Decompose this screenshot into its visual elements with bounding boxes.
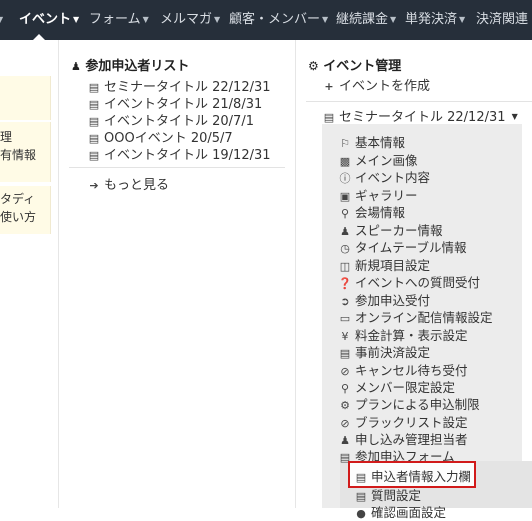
submenu-label: 基本情報 bbox=[355, 135, 406, 150]
selected-event-label: セミナータイトル 22/12/31 bbox=[339, 110, 506, 125]
submenu-item-event-content[interactable]: ⓘ イベント内容 bbox=[338, 167, 431, 186]
top-navigation-bar: ▼ イベント ▼ フォーム ▼ メルマガ ▼ 顧客・メンバー ▼ 継続課金 ▼ 単発決済 ▼… bbox=[0, 0, 532, 40]
nav-item-label: 継続課金 bbox=[336, 12, 389, 27]
submenu-label: メイン画像 bbox=[355, 153, 418, 168]
submenu-label: スピーカー情報 bbox=[355, 223, 443, 238]
participant-list-title: ♟ 参加申込者リスト bbox=[71, 55, 189, 74]
create-event-link[interactable]: + イベントを作成 bbox=[322, 75, 430, 94]
section-title-text: 参加申込者リスト bbox=[85, 59, 190, 74]
nav-item-label: 決済関連 bbox=[476, 12, 529, 27]
left-cut-text[interactable]: タディ bbox=[0, 190, 35, 208]
submenu-label: 質問設定 bbox=[371, 488, 422, 503]
gear-icon: ⚙ bbox=[340, 399, 350, 412]
credit-card-icon: ▤ bbox=[339, 347, 351, 360]
chevron-down-icon: ▼ bbox=[459, 15, 466, 24]
submenu-label: 参加申込受付 bbox=[355, 293, 431, 308]
left-cut-text[interactable]: 理 bbox=[0, 128, 12, 146]
left-column: 理 有情報 タディ 使い方 bbox=[0, 40, 59, 508]
nav-item-label: 顧客・メンバー bbox=[229, 12, 321, 27]
more-link[interactable]: ➔ もっと見る bbox=[87, 174, 169, 193]
submenu-label: プランによる申込制限 bbox=[355, 397, 480, 412]
nav-item-subscription[interactable]: 継続課金 ▼ bbox=[336, 0, 396, 40]
submenu-label: タイムテーブル情報 bbox=[355, 240, 467, 255]
submenu-label: イベント内容 bbox=[355, 170, 431, 185]
nav-caret-cut[interactable]: ▼ bbox=[0, 0, 3, 40]
event-management-title: ⚙ イベント管理 bbox=[308, 55, 401, 74]
form-submenu-applicant-info[interactable]: ▤ 申込者情報入力欄 bbox=[354, 466, 471, 485]
submenu-label: 会場情報 bbox=[355, 205, 406, 220]
submenu-item-timetable[interactable]: ◷ タイムテーブル情報 bbox=[338, 237, 467, 256]
submenu-label: ギャラリー bbox=[355, 188, 418, 203]
gear-icon: ⚙ bbox=[308, 59, 319, 73]
flag-icon: ⚐ bbox=[340, 137, 350, 150]
notice-box bbox=[0, 76, 51, 120]
left-cut-text[interactable]: 使い方 bbox=[0, 208, 36, 226]
list-item-label: イベントタイトル 19/12/31 bbox=[104, 148, 271, 163]
chevron-down-icon: ▼ bbox=[214, 15, 221, 24]
map-marker-icon: ⚲ bbox=[340, 207, 350, 220]
participant-list-item[interactable]: ▤ イベントタイトル 19/12/31 bbox=[87, 144, 271, 163]
question-icon: ❓ bbox=[338, 277, 352, 290]
notice-box: 理 有情報 bbox=[0, 122, 51, 182]
nav-item-payment-related[interactable]: 決済関連 bbox=[476, 0, 528, 40]
plus-icon: + bbox=[324, 80, 334, 93]
participant-list-column: ♟ 参加申込者リスト ▤ セミナータイトル 22/12/31 ▤ イベントタイトル … bbox=[59, 40, 296, 508]
divider bbox=[69, 167, 285, 168]
submenu-label: イベントへの質問受付 bbox=[355, 275, 481, 290]
submenu-label: 申込者情報入力欄 bbox=[371, 469, 472, 484]
arrow-right-icon: ➔ bbox=[89, 179, 99, 192]
notice-box: タディ 使い方 bbox=[0, 186, 51, 234]
nav-item-single-payment[interactable]: 単発決済 ▼ bbox=[405, 0, 465, 40]
nav-item-customers[interactable]: 顧客・メンバー ▼ bbox=[229, 0, 328, 40]
divider bbox=[306, 101, 532, 102]
submenu-item-venue[interactable]: ⚲ 会場情報 bbox=[338, 202, 405, 221]
left-cut-text[interactable]: 有情報 bbox=[0, 146, 36, 164]
submenu-label: 事前決済設定 bbox=[355, 345, 431, 360]
chevron-down-icon: ▼ bbox=[322, 15, 329, 24]
submenu-label: メンバー限定設定 bbox=[355, 380, 456, 395]
create-event-label: イベントを作成 bbox=[339, 79, 431, 94]
form-submenu-confirmation[interactable]: ● 確認画面設定 bbox=[354, 502, 446, 521]
user-icon: ♟ bbox=[71, 60, 81, 73]
submenu-label: ブラックリスト設定 bbox=[355, 415, 468, 430]
nav-item-mailmagazine[interactable]: メルマガ ▼ bbox=[160, 0, 220, 40]
chevron-down-icon: ▼ bbox=[142, 15, 149, 24]
nav-item-label: イベント bbox=[19, 12, 72, 27]
nav-item-form[interactable]: フォーム ▼ bbox=[89, 0, 149, 40]
form-icon: ▤ bbox=[355, 471, 367, 484]
nav-item-label: メルマガ bbox=[160, 12, 213, 27]
monitor-icon: ▭ bbox=[339, 312, 351, 325]
submenu-item-online-delivery[interactable]: ▭ オンライン配信情報設定 bbox=[338, 307, 493, 326]
chevron-down-icon: ▼ bbox=[390, 15, 397, 24]
submenu-item-basic-info[interactable]: ⚐ 基本情報 bbox=[338, 132, 405, 151]
clock-icon: ◷ bbox=[340, 242, 350, 255]
info-icon: ⓘ bbox=[339, 172, 351, 185]
submenu-label: 新規項目設定 bbox=[355, 258, 431, 273]
chevron-down-icon: ▼ bbox=[0, 15, 4, 24]
submenu-label: オンライン配信情報設定 bbox=[355, 310, 493, 325]
submenu-item-prepayment[interactable]: ▤ 事前決済設定 bbox=[338, 342, 430, 361]
nav-item-label: フォーム bbox=[89, 12, 141, 27]
list-icon: ▤ bbox=[323, 111, 335, 124]
nav-item-label: 単発決済 bbox=[405, 12, 458, 27]
nav-item-event[interactable]: イベント ▼ bbox=[19, 0, 79, 40]
submenu-item-plan-limit[interactable]: ⚙ プランによる申込制限 bbox=[338, 394, 480, 413]
submenu-item-questions[interactable]: ❓ イベントへの質問受付 bbox=[338, 272, 480, 291]
submenu-label: 料金計算・表示設定 bbox=[355, 328, 468, 343]
section-title-text: イベント管理 bbox=[323, 59, 402, 74]
more-link-label: もっと見る bbox=[104, 178, 170, 193]
submenu-label: 申し込み管理担当者 bbox=[355, 432, 468, 447]
circle-icon: ● bbox=[356, 507, 366, 520]
chevron-down-icon: ▼ bbox=[511, 112, 518, 121]
list-icon: ▤ bbox=[88, 149, 100, 162]
chevron-down-icon: ▼ bbox=[73, 15, 80, 24]
submenu-label: キャンセル待ち受付 bbox=[355, 363, 468, 378]
selected-event-dropdown[interactable]: ▤ セミナータイトル 22/12/31 ▼ bbox=[322, 106, 518, 125]
submenu-label: 確認画面設定 bbox=[371, 505, 447, 520]
